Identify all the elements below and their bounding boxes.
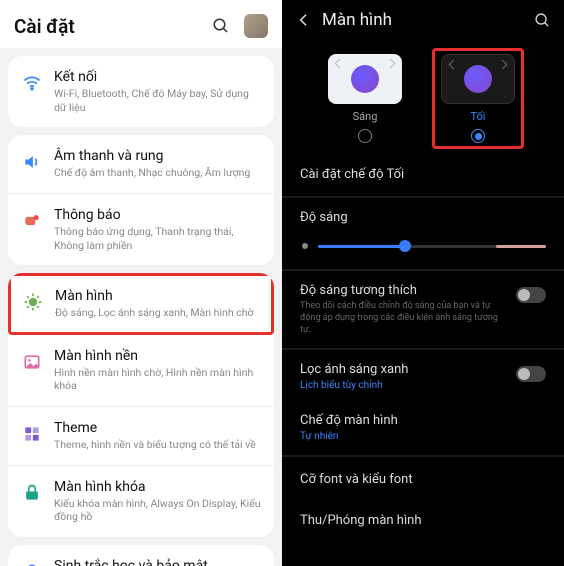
screenmode-row[interactable]: Chế độ màn hình Tự nhiên xyxy=(282,403,564,454)
radio-light[interactable] xyxy=(358,129,372,143)
settings-group: Màn hình Độ sáng, Lọc ánh sáng xanh, Màn … xyxy=(8,273,274,537)
settings-group: Sinh trắc học và bảo mậtNhận diện khuôn … xyxy=(8,545,274,566)
row-title: Âm thanh và rung xyxy=(54,148,262,164)
brightness-icon xyxy=(21,290,45,314)
mode-light[interactable]: Sáng xyxy=(322,48,408,149)
bluelight-row[interactable]: Lọc ánh sáng xanh Lịch biểu tùy chỉnh xyxy=(282,352,564,403)
settings-row[interactable]: Sinh trắc học và bảo mậtNhận diện khuôn … xyxy=(8,545,274,566)
settings-row[interactable]: Màn hình Độ sáng, Lọc ánh sáng xanh, Màn … xyxy=(8,273,274,335)
page-title: Cài đặt xyxy=(14,15,198,38)
notify-icon xyxy=(20,209,44,233)
wallpaper-icon xyxy=(20,350,44,374)
adaptive-title: Độ sáng tương thích xyxy=(300,283,508,298)
search-icon[interactable] xyxy=(210,15,232,37)
bluelight-title: Lọc ánh sáng xanh xyxy=(300,362,508,377)
shield-icon xyxy=(20,560,44,566)
row-subtitle: Chế độ âm thanh, Nhạc chuông, Âm lượng xyxy=(54,166,262,180)
settings-row[interactable]: Theme Theme, hình nền và biểu tượng có th… xyxy=(8,407,274,466)
dark-mode-settings-link[interactable]: Cài đặt chế độ Tối xyxy=(282,155,564,194)
row-subtitle: Theme, hình nền và biểu tượng có thể tải… xyxy=(54,438,262,452)
brightness-section: Độ sáng xyxy=(282,200,564,267)
row-subtitle: Hình nền màn hình chờ, Hình nền màn hình… xyxy=(54,366,262,393)
row-title: Màn hình xyxy=(55,288,261,304)
row-title: Thông báo xyxy=(54,207,262,223)
mode-light-label: Sáng xyxy=(353,110,378,123)
bluelight-toggle[interactable] xyxy=(516,366,546,382)
divider xyxy=(282,196,564,198)
theme-mode-selector: Sáng Tối xyxy=(282,40,564,155)
brightness-slider[interactable] xyxy=(300,239,546,253)
wifi-icon xyxy=(20,71,44,95)
light-preview xyxy=(328,54,402,104)
sun-icon xyxy=(300,241,310,251)
avatar[interactable] xyxy=(244,14,268,38)
screenmode-title: Chế độ màn hình xyxy=(300,413,546,428)
row-title: Kết nối xyxy=(54,69,262,85)
row-subtitle: Thông báo ứng dụng, Thanh trạng thái, Kh… xyxy=(54,225,262,252)
settings-row[interactable]: Kết nối Wi-Fi, Bluetooth, Chế độ Máy bay,… xyxy=(8,56,274,127)
dark-preview xyxy=(441,54,515,104)
adaptive-toggle[interactable] xyxy=(516,287,546,303)
back-icon[interactable] xyxy=(294,10,314,30)
divider xyxy=(282,348,564,350)
row-title: Màn hình nền xyxy=(54,348,262,364)
settings-row[interactable]: Âm thanh và rung Chế độ âm thanh, Nhạc ch… xyxy=(8,135,274,194)
brightness-label: Độ sáng xyxy=(300,210,546,225)
divider xyxy=(282,269,564,271)
adaptive-brightness-row[interactable]: Độ sáng tương thích Theo dõi cách điều c… xyxy=(282,273,564,346)
row-title: Theme xyxy=(54,420,262,436)
sound-icon xyxy=(20,150,44,174)
theme-icon xyxy=(20,422,44,446)
row-subtitle: Wi-Fi, Bluetooth, Chế độ Máy bay, Sử dụn… xyxy=(54,87,262,114)
search-icon[interactable] xyxy=(532,10,552,30)
settings-row[interactable]: Màn hình khóa Kiểu khóa màn hình, Always … xyxy=(8,466,274,537)
bluelight-sub: Lịch biểu tùy chỉnh xyxy=(300,379,508,393)
divider xyxy=(282,455,564,457)
detail-header: Màn hình xyxy=(282,0,564,40)
adaptive-sub: Theo dõi cách điều chỉnh độ sáng của bạn… xyxy=(300,300,508,336)
settings-row[interactable]: Thông báo Thông báo ứng dụng, Thanh trạng… xyxy=(8,194,274,265)
row-subtitle: Độ sáng, Lọc ánh sáng xanh, Màn hình chờ xyxy=(55,306,261,320)
settings-group: Kết nối Wi-Fi, Bluetooth, Chế độ Máy bay,… xyxy=(8,56,274,127)
screenmode-sub: Tự nhiên xyxy=(300,430,546,444)
detail-title: Màn hình xyxy=(322,10,532,30)
row-title: Màn hình khóa xyxy=(54,479,262,495)
radio-dark[interactable] xyxy=(471,129,485,143)
settings-row[interactable]: Màn hình nền Hình nền màn hình chờ, Hình … xyxy=(8,335,274,407)
mode-dark[interactable]: Tối xyxy=(432,48,524,149)
row-subtitle: Kiểu khóa màn hình, Always On Display, K… xyxy=(54,497,262,524)
mode-dark-label: Tối xyxy=(471,110,486,123)
settings-group: Âm thanh và rung Chế độ âm thanh, Nhạc ch… xyxy=(8,135,274,265)
settings-header: Cài đặt xyxy=(0,0,282,48)
font-row[interactable]: Cỡ font và kiểu font xyxy=(282,459,564,500)
zoom-row[interactable]: Thu/Phóng màn hình xyxy=(282,500,564,541)
lock-icon xyxy=(20,481,44,505)
row-title: Sinh trắc học và bảo mật xyxy=(54,558,262,566)
